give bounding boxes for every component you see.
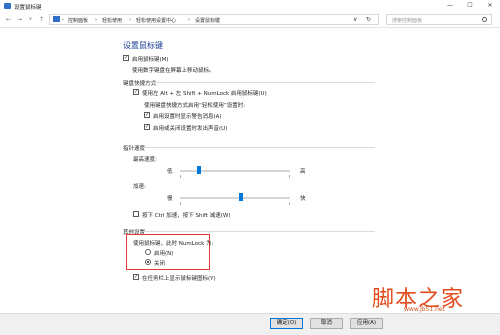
section-divider	[143, 231, 375, 232]
acceleration-label: 加速:	[133, 184, 146, 190]
apply-button[interactable]: 应用(A)	[350, 318, 383, 329]
ctrl-shift-label: 按下 Ctrl 加速，按下 Shift 减速(W)	[142, 213, 231, 219]
acceleration-fast-label: 快	[300, 196, 306, 202]
acceleration-slow-label: 慢	[167, 196, 173, 202]
slider-tick	[289, 202, 290, 205]
window-title: 设置鼠标键	[14, 5, 42, 11]
shortcut-section-title: 键盘快捷方式	[123, 81, 157, 87]
enable-mouse-keys-description: 使用数字键盘在屏幕上移动鼠标。	[132, 68, 215, 74]
back-arrow-icon[interactable]: ←	[4, 15, 13, 24]
breadcrumb-ease-of-access[interactable]: 轻松使用	[102, 17, 122, 24]
breadcrumb-separator: ›	[95, 17, 97, 23]
shortcut-hint: 使用键盘快捷方式启用“轻松使用”设置时:	[144, 103, 246, 109]
enable-mouse-keys-label: 启用鼠标键(M)	[132, 57, 169, 63]
close-button[interactable]: ✕	[480, 0, 500, 12]
taskbar-icon-label: 在任务栏上显示鼠标键图标(Y)	[142, 276, 216, 282]
search-placeholder: 搜索控制面板	[392, 18, 423, 24]
dialog-footer: 确定(O) 取消 应用(A)	[0, 313, 500, 335]
title-bar: 设置鼠标键 — ☐ ✕	[0, 0, 500, 12]
maximize-button[interactable]: ☐	[460, 0, 480, 12]
breadcrumb-control-panel[interactable]: 控制面板	[68, 17, 88, 24]
numlock-off-label: 关闭	[154, 261, 166, 267]
enable-mouse-keys-checkbox[interactable]: ✓	[123, 55, 129, 61]
ctrl-shift-checkbox[interactable]	[133, 211, 139, 217]
breadcrumb[interactable]: › 控制面板 › 轻松使用 › 轻松使用设置中心 › 设置鼠标键 ∨ ↻	[49, 14, 379, 25]
max-speed-low-label: 低	[167, 169, 173, 175]
ok-button[interactable]: 确定(O)	[270, 318, 303, 329]
breadcrumb-ease-of-access-center[interactable]: 轻松使用设置中心	[136, 17, 176, 24]
section-divider	[143, 147, 375, 148]
pointer-speed-section-title: 指针速度	[123, 146, 146, 152]
use-shortcut-checkbox[interactable]: ✓	[133, 89, 139, 95]
up-arrow-icon[interactable]: ↑	[37, 15, 46, 24]
search-icon	[482, 17, 487, 22]
main-content: 设置鼠标键 ✓ 启用鼠标键(M) 使用数字键盘在屏幕上移动鼠标。 键盘快捷方式 …	[0, 28, 500, 313]
dropdown-arrow-icon[interactable]: ∨	[353, 16, 357, 23]
numlock-label: 使用鼠标键，此时 NumLock 为:	[133, 241, 214, 247]
numlock-on-radio[interactable]	[145, 249, 151, 255]
control-panel-icon	[4, 3, 11, 9]
make-sound-label: 启用或关闭设置时发出声音(U)	[153, 126, 228, 132]
recent-dropdown-icon[interactable]: ∨	[26, 15, 35, 24]
numlock-off-radio[interactable]	[145, 259, 151, 265]
cancel-button[interactable]: 取消	[310, 318, 343, 329]
max-speed-high-label: 高	[300, 169, 306, 175]
minimize-button[interactable]: —	[440, 0, 460, 12]
watermark-url: www.jb51.net	[404, 306, 445, 313]
forward-arrow-icon[interactable]: →	[15, 15, 24, 24]
breadcrumb-separator: ›	[188, 17, 190, 23]
slider-tick	[289, 175, 290, 178]
refresh-icon[interactable]: ↻	[366, 16, 371, 23]
search-input[interactable]: 搜索控制面板	[386, 14, 492, 25]
show-warning-label: 启用设置时显示警告消息(A)	[153, 114, 222, 120]
control-panel-small-icon	[53, 16, 60, 22]
page-title: 设置鼠标键	[123, 41, 163, 50]
max-speed-label: 最高速度:	[133, 157, 157, 163]
taskbar-icon-checkbox[interactable]: ✓	[133, 274, 139, 280]
acceleration-slider-track[interactable]	[180, 197, 290, 199]
slider-tick	[180, 175, 181, 178]
numlock-on-label: 启用(N)	[154, 251, 174, 257]
acceleration-slider-thumb[interactable]	[238, 193, 243, 201]
use-shortcut-label: 使用左 Alt + 左 Shift + NumLock 启用鼠标键(U)	[142, 91, 267, 97]
show-warning-checkbox[interactable]: ✓	[144, 112, 150, 118]
max-speed-slider-thumb[interactable]	[196, 166, 201, 174]
slider-tick	[180, 202, 181, 205]
section-divider	[150, 82, 375, 83]
make-sound-checkbox[interactable]: ✓	[144, 124, 150, 130]
breadcrumb-mouse-keys[interactable]: 设置鼠标键	[195, 17, 220, 24]
address-bar: ← → ∨ ↑ › 控制面板 › 轻松使用 › 轻松使用设置中心 › 设置鼠标键…	[0, 12, 500, 28]
breadcrumb-separator: ›	[62, 17, 64, 23]
breadcrumb-separator: ›	[129, 17, 131, 23]
